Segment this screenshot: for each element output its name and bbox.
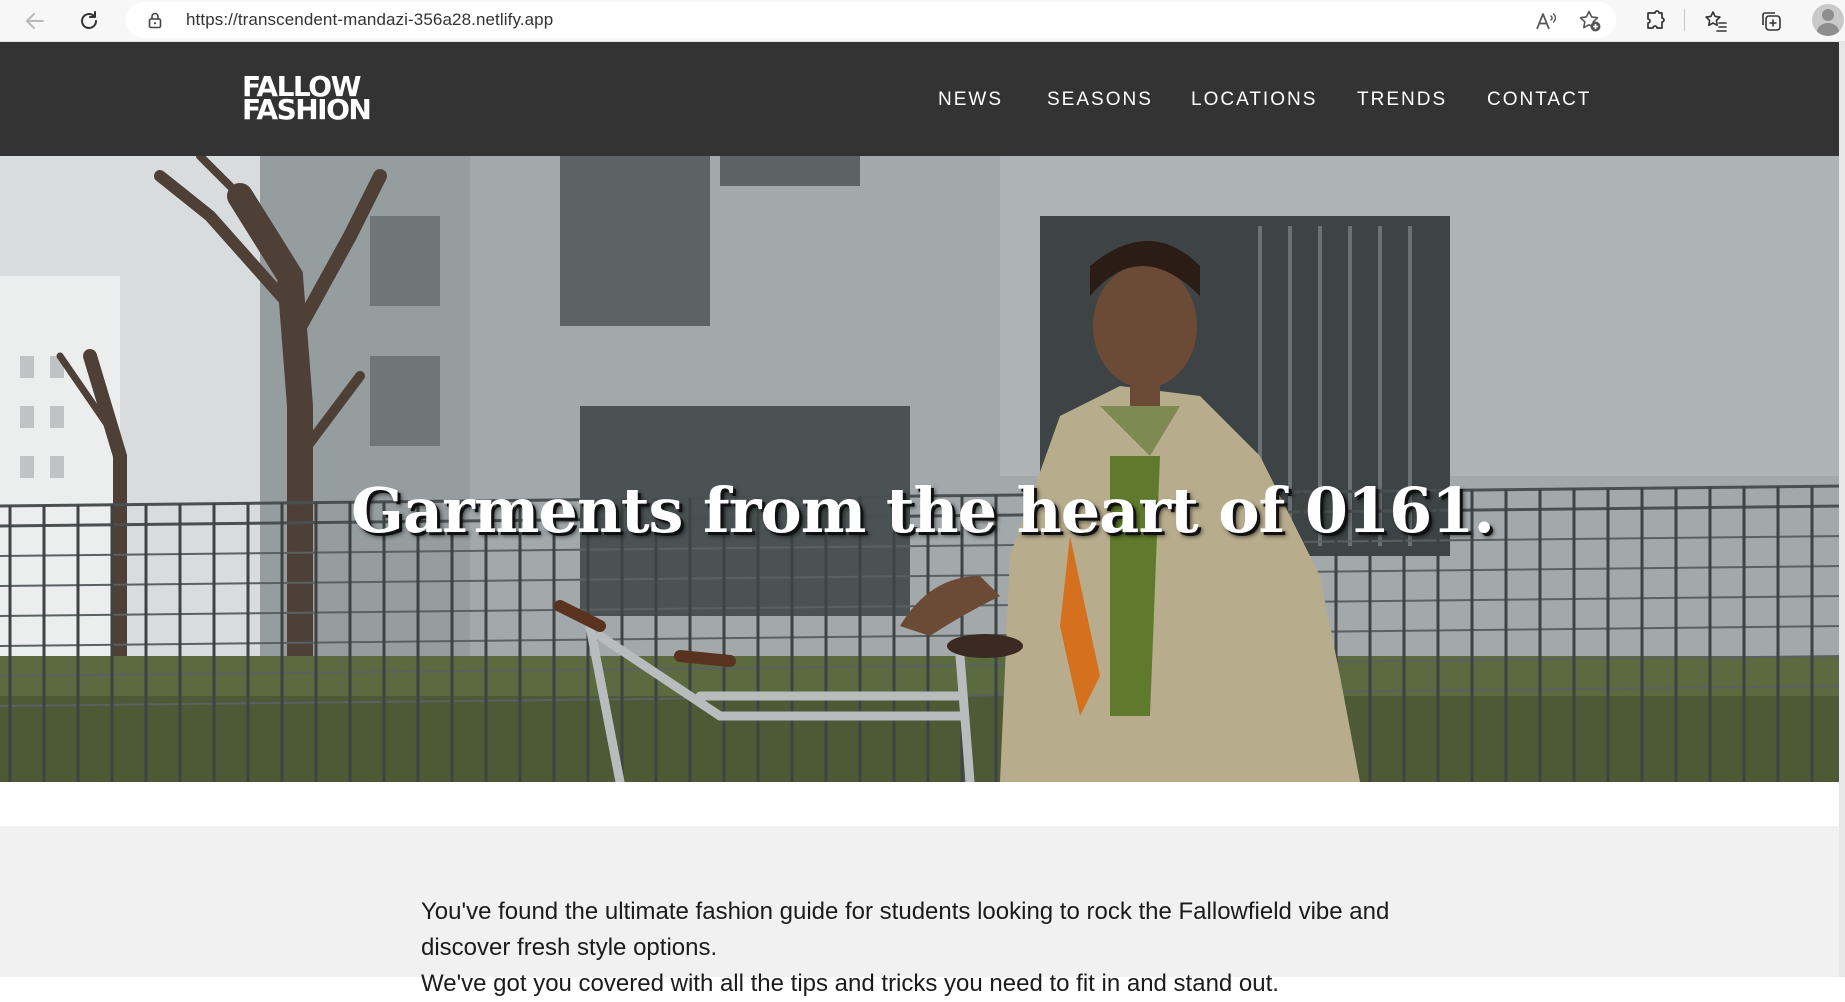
refresh-icon[interactable] [74, 6, 104, 36]
nav-link-contact[interactable]: CONTACT [1487, 89, 1591, 111]
back-icon[interactable] [20, 6, 50, 36]
lock-icon[interactable] [146, 11, 164, 29]
nav-link-trends[interactable]: TRENDS [1357, 89, 1447, 111]
url-text[interactable]: https://transcendent-mandazi-356a28.netl… [186, 10, 553, 30]
page-scrollbar[interactable] [1839, 42, 1845, 977]
site-header: FALLOW FASHION NEWS SEASONS LOCATIONS TR… [0, 42, 1845, 156]
address-bar[interactable]: https://transcendent-mandazi-356a28.netl… [126, 2, 1616, 38]
profile-avatar[interactable] [1812, 4, 1844, 36]
hero-title: Garments from the heart of 0161. [350, 473, 1495, 547]
nav-link-news[interactable]: NEWS [938, 89, 1003, 111]
logo-line-2: FASHION [242, 93, 372, 126]
hero-photo [0, 156, 1845, 782]
extensions-icon[interactable] [1640, 6, 1670, 36]
nav-link-seasons[interactable]: SEASONS [1047, 89, 1153, 111]
hero-banner: Garments from the heart of 0161. [0, 156, 1845, 782]
intro-section: You've found the ultimate fashion guide … [0, 826, 1845, 997]
toolbar-divider [1684, 9, 1685, 31]
read-aloud-icon[interactable] [1534, 9, 1558, 33]
intro-next-line: We've got you covered with all the tips … [421, 970, 1279, 997]
site-logo[interactable]: FALLOW FASHION [242, 73, 372, 126]
collections-icon[interactable] [1756, 6, 1786, 36]
favorite-add-icon[interactable] [1578, 9, 1602, 33]
favorites-icon[interactable] [1701, 6, 1731, 36]
section-spacer [0, 782, 1845, 826]
intro-paragraph: You've found the ultimate fashion guide … [421, 898, 1390, 961]
browser-toolbar: https://transcendent-mandazi-356a28.netl… [0, 0, 1845, 42]
nav-link-locations[interactable]: LOCATIONS [1191, 89, 1317, 111]
